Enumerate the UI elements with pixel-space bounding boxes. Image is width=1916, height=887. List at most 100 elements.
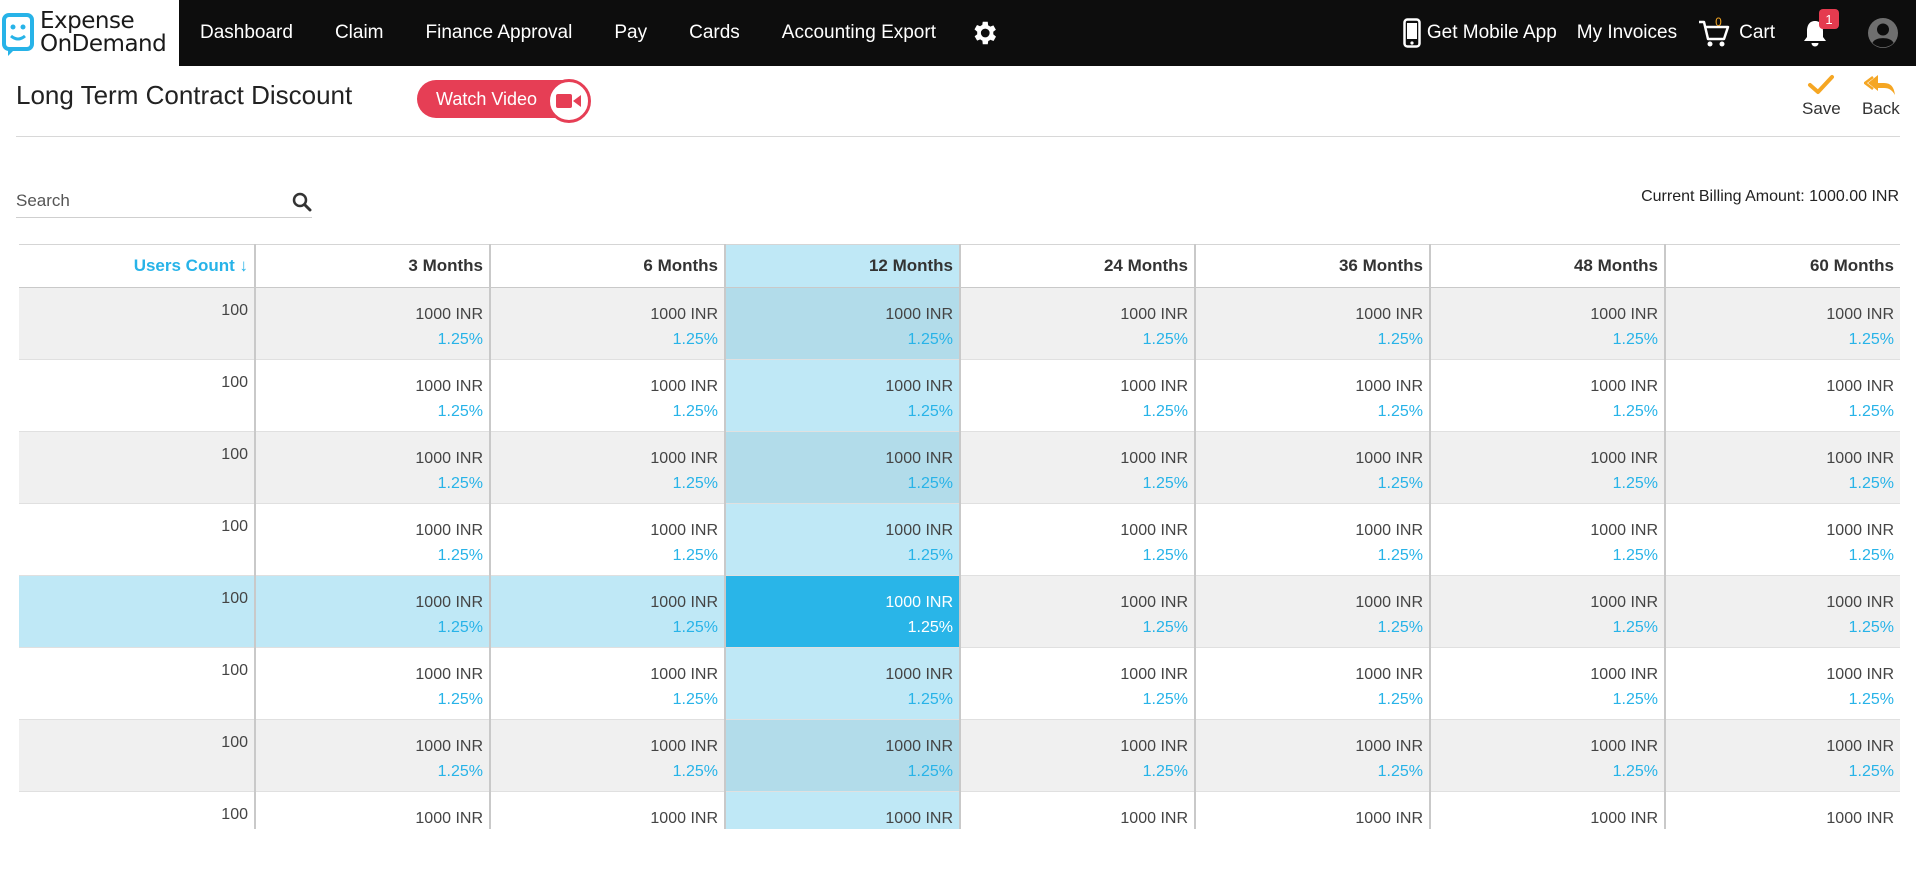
discount-cell[interactable]: 1000 INR1.25%: [960, 575, 1196, 648]
discount-cell[interactable]: 1000 INR1.25%: [725, 359, 961, 432]
discount-cell[interactable]: 1000 INR1.25%: [725, 287, 961, 360]
discount-cell[interactable]: 1000 INR1.25%: [490, 647, 726, 720]
header-36-months[interactable]: 36 Months: [1195, 244, 1431, 288]
header-24-months[interactable]: 24 Months: [960, 244, 1196, 288]
discount-cell[interactable]: 1000 INR1.25%: [960, 647, 1196, 720]
discount-cell[interactable]: 1000 INR1.25%: [1665, 791, 1900, 829]
table-row[interactable]: 1001000 INR1.25%1000 INR1.25%1000 INR1.2…: [19, 791, 1900, 829]
discount-cell[interactable]: 1000 INR1.25%: [490, 791, 726, 829]
search-input[interactable]: [16, 190, 276, 211]
header-6-months[interactable]: 6 Months: [490, 244, 726, 288]
expense-logo-icon: [2, 13, 34, 56]
discount-cell[interactable]: 1000 INR1.25%: [725, 431, 961, 504]
discount-cell[interactable]: 1000 INR1.25%: [1195, 287, 1431, 360]
discount-amount: 1000 INR: [415, 450, 483, 467]
discount-cell[interactable]: 1000 INR1.25%: [1665, 575, 1900, 648]
get-mobile-app-link[interactable]: Get Mobile App: [1403, 18, 1557, 48]
table-row[interactable]: 1001000 INR1.25%1000 INR1.25%1000 INR1.2…: [19, 359, 1900, 432]
discount-cell[interactable]: 1000 INR1.25%: [960, 791, 1196, 829]
header-3-months[interactable]: 3 Months: [255, 244, 491, 288]
discount-cell[interactable]: 1000 INR1.25%: [1195, 719, 1431, 792]
brand-logo[interactable]: Expense OnDemand: [0, 0, 179, 66]
discount-cell[interactable]: 1000 INR1.25%: [1665, 719, 1900, 792]
checkmark-icon: [1808, 75, 1835, 94]
users-count-cell: 100: [19, 575, 256, 648]
discount-cell[interactable]: 1000 INR1.25%: [1665, 431, 1900, 504]
discount-cell[interactable]: 1000 INR1.25%: [1665, 503, 1900, 576]
discount-cell[interactable]: 1000 INR1.25%: [490, 719, 726, 792]
search-icon[interactable]: [292, 192, 312, 212]
back-button[interactable]: Back: [1862, 73, 1900, 119]
discount-cell[interactable]: 1000 INR1.25%: [1430, 431, 1666, 504]
discount-cell[interactable]: 1000 INR1.25%: [960, 719, 1196, 792]
discount-cell[interactable]: 1000 INR1.25%: [1195, 503, 1431, 576]
discount-cell[interactable]: 1000 INR1.25%: [1665, 287, 1900, 360]
table-row[interactable]: 1001000 INR1.25%1000 INR1.25%1000 INR1.2…: [19, 719, 1900, 792]
table-row[interactable]: 1001000 INR1.25%1000 INR1.25%1000 INR1.2…: [19, 287, 1900, 360]
discount-cell[interactable]: 1000 INR1.25%: [1430, 719, 1666, 792]
save-button[interactable]: Save: [1802, 73, 1841, 119]
discount-cell[interactable]: 1000 INR1.25%: [960, 359, 1196, 432]
discount-cell[interactable]: 1000 INR1.25%: [1430, 647, 1666, 720]
discount-cell[interactable]: 1000 INR1.25%: [725, 791, 961, 829]
discount-cell[interactable]: 1000 INR1.25%: [255, 791, 491, 829]
discount-cell[interactable]: 1000 INR1.25%: [725, 647, 961, 720]
discount-cell[interactable]: 1000 INR1.25%: [255, 719, 491, 792]
discount-cell[interactable]: 1000 INR1.25%: [1195, 575, 1431, 648]
discount-cell[interactable]: 1000 INR1.25%: [1195, 431, 1431, 504]
cart-link[interactable]: 0 Cart: [1697, 15, 1775, 49]
discount-cell[interactable]: 1000 INR1.25%: [255, 575, 491, 648]
nav-pay[interactable]: Pay: [593, 22, 668, 44]
discount-percentage: 1.25%: [907, 691, 953, 708]
discount-amount: 1000 INR: [1826, 378, 1894, 395]
discount-cell[interactable]: 1000 INR1.25%: [960, 287, 1196, 360]
discount-cell[interactable]: 1000 INR1.25%: [255, 287, 491, 360]
discount-cell[interactable]: 1000 INR1.25%: [255, 503, 491, 576]
cart-icon: [1699, 20, 1730, 47]
table-row[interactable]: 1001000 INR1.25%1000 INR1.25%1000 INR1.2…: [19, 647, 1900, 720]
discount-cell[interactable]: 1000 INR1.25%: [1665, 647, 1900, 720]
discount-cell[interactable]: 1000 INR1.25%: [725, 575, 961, 648]
nav-dashboard[interactable]: Dashboard: [179, 22, 314, 44]
discount-cell[interactable]: 1000 INR1.25%: [1195, 359, 1431, 432]
user-avatar-icon[interactable]: [1867, 17, 1899, 49]
discount-cell[interactable]: 1000 INR1.25%: [490, 503, 726, 576]
header-48-months[interactable]: 48 Months: [1430, 244, 1666, 288]
discount-cell[interactable]: 1000 INR1.25%: [255, 647, 491, 720]
discount-percentage: 1.25%: [1377, 475, 1423, 492]
nav-accounting-export[interactable]: Accounting Export: [761, 22, 957, 44]
gear-icon[interactable]: [969, 18, 999, 48]
table-row[interactable]: 1001000 INR1.25%1000 INR1.25%1000 INR1.2…: [19, 431, 1900, 504]
discount-cell[interactable]: 1000 INR1.25%: [960, 503, 1196, 576]
reply-arrow-icon: [1863, 75, 1895, 95]
table-row[interactable]: 1001000 INR1.25%1000 INR1.25%1000 INR1.2…: [19, 503, 1900, 576]
my-invoices-link[interactable]: My Invoices: [1577, 22, 1677, 44]
watch-video-icon-button[interactable]: [547, 79, 591, 123]
discount-cell[interactable]: 1000 INR1.25%: [1430, 287, 1666, 360]
discount-cell[interactable]: 1000 INR1.25%: [725, 719, 961, 792]
discount-cell[interactable]: 1000 INR1.25%: [1195, 791, 1431, 829]
header-60-months[interactable]: 60 Months: [1665, 244, 1900, 288]
discount-cell[interactable]: 1000 INR1.25%: [725, 503, 961, 576]
discount-cell[interactable]: 1000 INR1.25%: [1430, 791, 1666, 829]
discount-cell[interactable]: 1000 INR1.25%: [255, 431, 491, 504]
discount-amount: 1000 INR: [415, 306, 483, 323]
discount-cell[interactable]: 1000 INR1.25%: [960, 431, 1196, 504]
notifications-button[interactable]: 1: [1799, 9, 1839, 49]
discount-cell[interactable]: 1000 INR1.25%: [1430, 575, 1666, 648]
discount-cell[interactable]: 1000 INR1.25%: [1430, 359, 1666, 432]
discount-cell[interactable]: 1000 INR1.25%: [490, 359, 726, 432]
header-users-count[interactable]: Users Count ↓: [19, 244, 256, 288]
discount-cell[interactable]: 1000 INR1.25%: [490, 287, 726, 360]
discount-cell[interactable]: 1000 INR1.25%: [490, 431, 726, 504]
nav-finance-approval[interactable]: Finance Approval: [405, 22, 594, 44]
nav-cards[interactable]: Cards: [668, 22, 761, 44]
discount-cell[interactable]: 1000 INR1.25%: [255, 359, 491, 432]
discount-cell[interactable]: 1000 INR1.25%: [1430, 503, 1666, 576]
header-12-months[interactable]: 12 Months: [725, 244, 961, 288]
discount-cell[interactable]: 1000 INR1.25%: [490, 575, 726, 648]
table-row[interactable]: 1001000 INR1.25%1000 INR1.25%1000 INR1.2…: [19, 575, 1900, 648]
nav-claim[interactable]: Claim: [314, 22, 405, 44]
discount-cell[interactable]: 1000 INR1.25%: [1195, 647, 1431, 720]
discount-cell[interactable]: 1000 INR1.25%: [1665, 359, 1900, 432]
